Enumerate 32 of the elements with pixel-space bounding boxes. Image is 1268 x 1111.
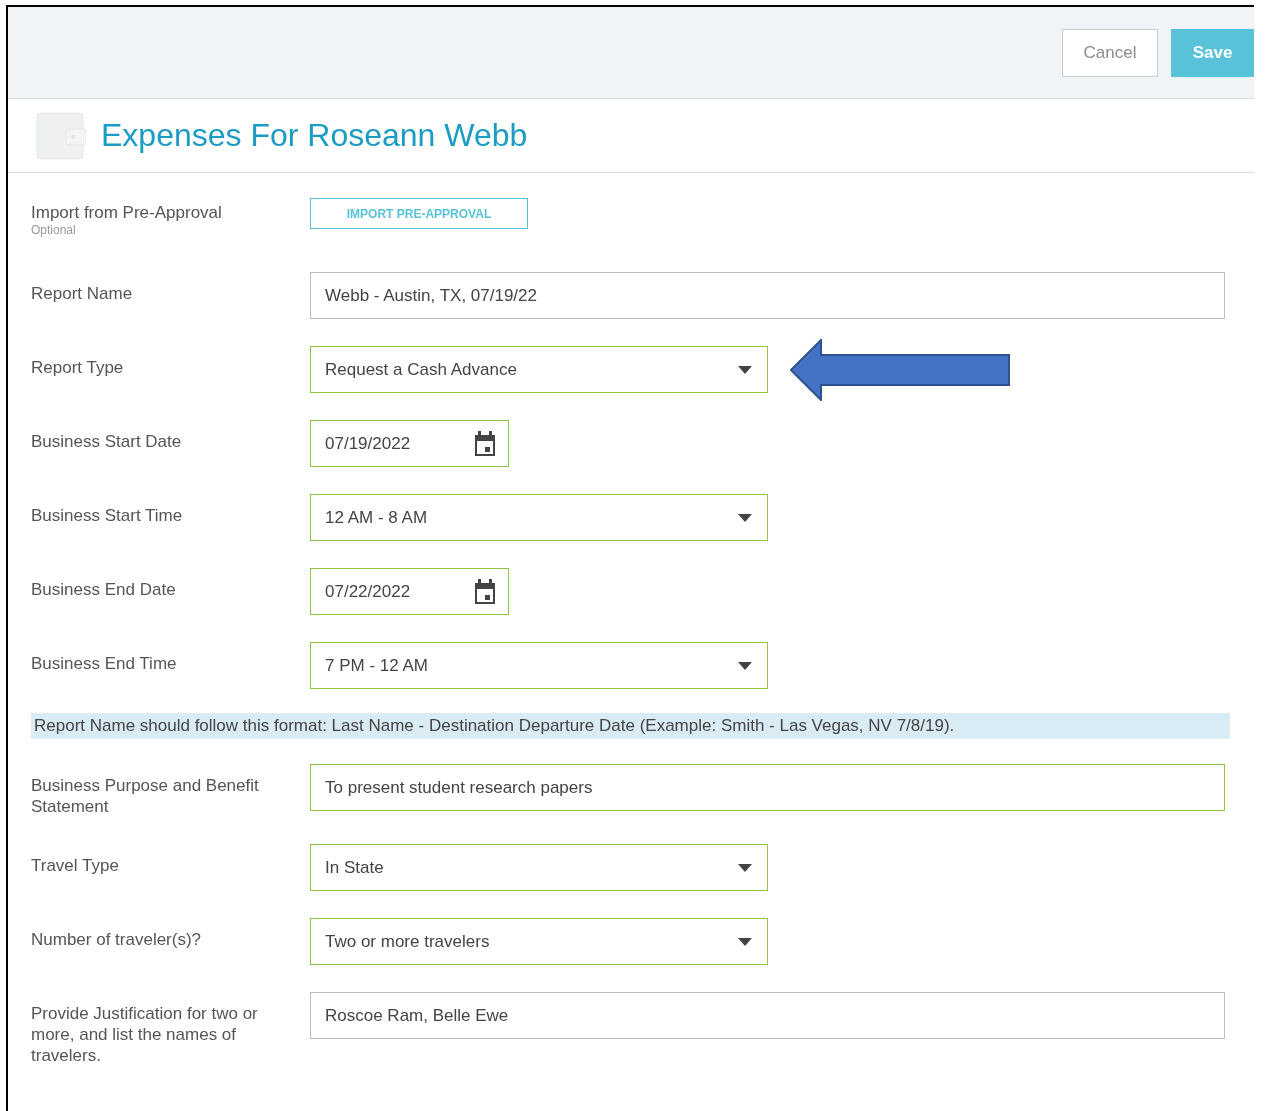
text-field[interactable]: To present student research papers	[310, 764, 1225, 811]
field-label: Travel Type	[31, 855, 120, 876]
field-label: Report Type	[31, 357, 125, 378]
optional-hint: Optional	[31, 223, 77, 237]
caret-icon	[738, 863, 752, 872]
text-field[interactable]: Webb - Austin, TX, 07/19/22	[310, 272, 1225, 319]
page-title: Expenses For Roseann Webb	[101, 117, 528, 154]
text-field[interactable]: Roscoe Ram, Belle Ewe	[310, 992, 1225, 1039]
field-label: Business Start Date	[31, 431, 183, 452]
date-field[interactable]: 07/22/2022	[310, 568, 509, 615]
field-label: Number of traveler(s)?	[31, 929, 203, 950]
field-label: Business Start Time	[31, 505, 184, 526]
caret-icon	[738, 365, 752, 374]
caret-icon	[738, 661, 752, 670]
field-label: Business End Time	[31, 653, 178, 674]
field-label: Import from Pre-Approval	[31, 202, 223, 223]
format-note: Report Name should follow this format: Last Name - Destination Departure Date (Example: Smith - Las Vegas, NV 7/8/19).	[31, 713, 1230, 739]
wallet-icon	[36, 110, 86, 161]
dropdown[interactable]: Request a Cash Advance	[310, 346, 768, 393]
caret-icon	[738, 937, 752, 946]
calendar-icon[interactable]	[473, 578, 497, 605]
dropdown[interactable]: 7 PM - 12 AM	[310, 642, 768, 689]
field-label: Business End Date	[31, 579, 177, 600]
dropdown[interactable]: In State	[310, 844, 768, 891]
caret-icon	[738, 513, 752, 522]
calendar-icon[interactable]	[473, 430, 497, 457]
field-label: Report Name	[31, 283, 134, 304]
dropdown[interactable]: 12 AM - 8 AM	[310, 494, 768, 541]
field-label: Business Purpose and Benefit Statement	[31, 775, 260, 817]
date-field[interactable]: 07/19/2022	[310, 420, 509, 467]
dropdown[interactable]: Two or more travelers	[310, 918, 768, 965]
field-label: Provide Justification for two or more, and list the names of travelers.	[31, 1003, 259, 1066]
